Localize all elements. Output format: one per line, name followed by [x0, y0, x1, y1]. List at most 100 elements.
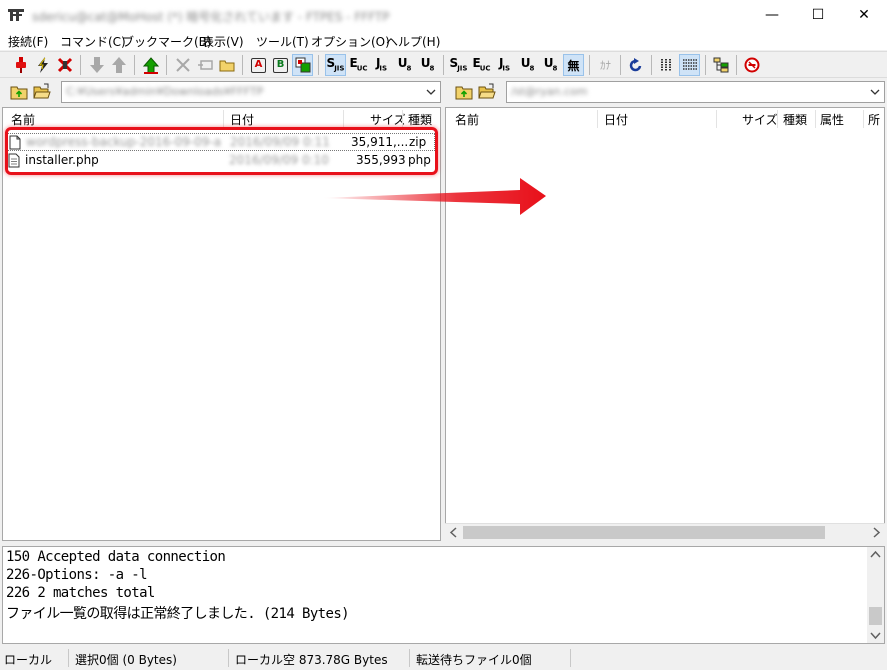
column-divider[interactable] — [343, 110, 344, 128]
connect-icon — [15, 57, 26, 73]
toolbar-separator — [242, 55, 243, 75]
column-header-name[interactable]: 名前 — [455, 108, 479, 130]
arrow-down-icon — [89, 57, 104, 73]
chevron-right-icon[interactable] — [871, 527, 881, 538]
transfer-arrow-annotation — [322, 178, 546, 215]
up-folder-icon[interactable] — [455, 83, 473, 100]
connect-button[interactable] — [10, 54, 31, 76]
log-vertical-scrollbar[interactable] — [867, 547, 884, 643]
remote-path-input[interactable]: /st@ryan.com — [506, 81, 885, 103]
toolbar-separator — [318, 55, 319, 75]
status-selection: 選択0個 (0 Bytes) — [75, 653, 177, 667]
column-divider[interactable] — [223, 110, 224, 128]
chevron-down-icon[interactable] — [425, 86, 437, 98]
column-header-owner[interactable]: 所 — [868, 108, 880, 130]
chevron-down-icon[interactable] — [870, 630, 881, 640]
menu-bar: 接続(F) コマンド(C) ブックマーク(B) 表示(V) ツール(T) オプシ… — [0, 30, 887, 50]
remote-euc-button[interactable]: EUC — [471, 54, 492, 76]
rename-button[interactable] — [194, 54, 215, 76]
delete-button[interactable] — [172, 54, 193, 76]
menu-connect[interactable]: 接続(F) — [8, 33, 48, 50]
column-divider[interactable] — [863, 110, 864, 128]
remote-jis-button[interactable]: JIS — [494, 54, 515, 76]
remote-path-bar: /st@ryan.com — [445, 80, 887, 103]
disconnect-icon — [57, 57, 72, 73]
stop-icon — [744, 57, 759, 73]
quick-connect-button[interactable] — [32, 54, 53, 76]
minimize-icon: — — [765, 7, 779, 23]
abort-button[interactable] — [741, 54, 762, 76]
list-view-icon — [660, 59, 671, 71]
column-header-type[interactable]: 種類 — [783, 108, 807, 130]
menu-options[interactable]: オプション(O) — [311, 33, 390, 50]
maximize-button[interactable]: ☐ — [795, 0, 841, 30]
toolbar-separator — [166, 55, 167, 75]
kana-conversion-button[interactable]: ｶﾅ — [595, 54, 616, 76]
list-view-button[interactable] — [656, 54, 677, 76]
no-conversion-button[interactable]: 無 — [563, 54, 584, 76]
chevron-up-icon[interactable] — [870, 550, 881, 560]
chevron-left-icon[interactable] — [449, 527, 459, 538]
utf8bom-icon: U8 — [420, 56, 435, 73]
local-sjis-button[interactable]: SJIS — [325, 54, 346, 76]
menu-view[interactable]: 表示(V) — [202, 33, 244, 50]
local-utf8n-button[interactable]: U8 — [394, 54, 415, 76]
highlight-box — [5, 127, 438, 175]
folder-icon — [219, 60, 234, 72]
remote-horizontal-scrollbar[interactable] — [445, 523, 885, 540]
status-bar: ローカル 選択0個 (0 Bytes) ローカル空 873.78G Bytes … — [0, 646, 887, 670]
menu-tools[interactable]: ツール(T) — [256, 33, 309, 50]
menu-bookmark[interactable]: ブックマーク(B) — [122, 33, 212, 50]
menu-help[interactable]: ヘルプ(H) — [386, 33, 440, 50]
jis-icon: JIS — [498, 56, 511, 73]
menu-command[interactable]: コマンド(C) — [60, 33, 126, 50]
sync-browse-button[interactable] — [710, 54, 731, 76]
column-divider[interactable] — [815, 110, 816, 128]
detail-view-icon — [682, 59, 697, 70]
detail-view-button[interactable] — [679, 54, 700, 76]
column-divider[interactable] — [597, 110, 598, 128]
log-line: 150 Accepted data connection — [6, 549, 226, 565]
mirror-upload-button[interactable] — [140, 54, 161, 76]
scrollbar-thumb[interactable] — [463, 526, 825, 539]
new-folder-button[interactable] — [216, 54, 237, 76]
ffftp-app-icon[interactable] — [8, 8, 24, 22]
close-button[interactable]: ✕ — [841, 0, 887, 30]
status-queue: 転送待ちファイル0個 — [416, 653, 532, 667]
title-bar: sdericu@cat@MoHost (*) 暗号化されています - FTPES… — [0, 0, 887, 30]
download-button[interactable] — [86, 54, 107, 76]
up-folder-icon[interactable] — [10, 83, 28, 100]
column-header-size[interactable]: サイズ — [742, 108, 778, 130]
log-panel[interactable]: 150 Accepted data connection 226-Options… — [2, 546, 885, 644]
remote-utf8n-button[interactable]: U8 — [517, 54, 538, 76]
column-divider[interactable] — [716, 110, 717, 128]
remote-utf8bom-button[interactable]: U8 — [540, 54, 561, 76]
disconnect-button[interactable] — [54, 54, 75, 76]
folder-tree-icon — [713, 57, 728, 73]
remote-file-list[interactable]: 名前 日付 サイズ 種類 属性 所 — [445, 107, 885, 523]
auto-mode-button[interactable] — [292, 54, 313, 76]
open-folder-icon[interactable] — [478, 83, 496, 100]
refresh-button[interactable] — [625, 54, 646, 76]
binary-mode-button[interactable]: B — [270, 54, 291, 76]
status-divider — [228, 649, 229, 667]
toolbar-separator — [651, 55, 652, 75]
chevron-down-icon[interactable] — [869, 86, 881, 98]
status-mode: ローカル — [4, 653, 53, 667]
column-header-date[interactable]: 日付 — [604, 108, 628, 130]
column-header-attr[interactable]: 属性 — [820, 108, 844, 130]
local-utf8bom-button[interactable]: U8 — [417, 54, 438, 76]
local-euc-button[interactable]: EUC — [348, 54, 369, 76]
scrollbar-thumb[interactable] — [869, 607, 882, 625]
minimize-button[interactable]: — — [749, 0, 795, 30]
column-divider[interactable] — [402, 110, 403, 128]
lightning-icon — [37, 57, 48, 73]
remote-path-text: /st@ryan.com — [511, 85, 588, 98]
ascii-mode-button[interactable]: A — [248, 54, 269, 76]
local-path-input[interactable]: C:¥Users¥admin¥Downloads¥FFFTP — [61, 81, 441, 103]
open-folder-icon[interactable] — [33, 83, 51, 100]
remote-sjis-button[interactable]: SJIS — [448, 54, 469, 76]
local-jis-button[interactable]: JIS — [371, 54, 392, 76]
column-divider[interactable] — [777, 110, 778, 128]
upload-button[interactable] — [108, 54, 129, 76]
